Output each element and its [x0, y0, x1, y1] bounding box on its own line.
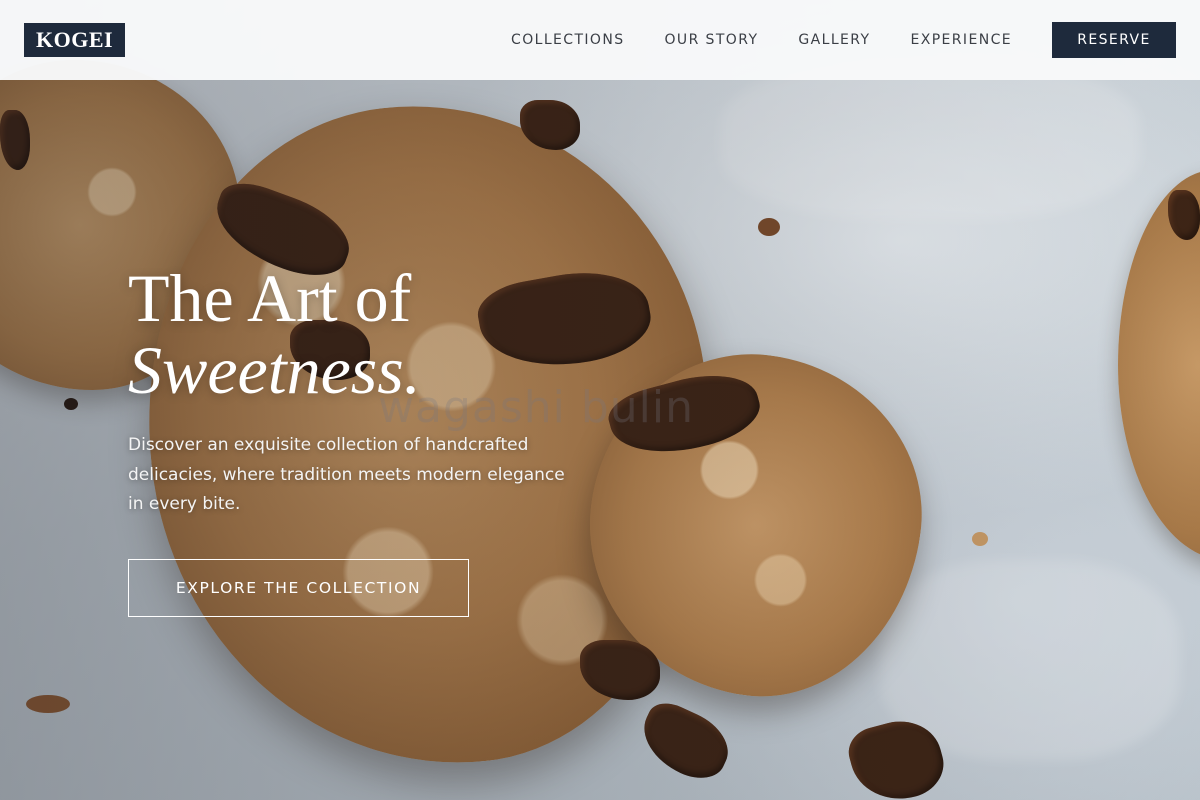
- reserve-button[interactable]: RESERVE: [1052, 22, 1176, 58]
- nav-links: COLLECTIONS OUR STORY GALLERY EXPERIENCE: [511, 32, 1012, 48]
- explore-collection-button[interactable]: EXPLORE THE COLLECTION: [128, 559, 469, 617]
- hero-title-line1: The Art of: [128, 260, 412, 336]
- brand-logo[interactable]: KOGEI: [24, 23, 126, 57]
- hero-title-line2: Sweetness.: [128, 332, 421, 408]
- top-navigation: KOGEI COLLECTIONS OUR STORY GALLERY EXPE…: [0, 0, 1200, 80]
- hero-title: The Art of Sweetness.: [128, 262, 421, 406]
- nav-link-collections[interactable]: COLLECTIONS: [511, 32, 624, 48]
- nav-link-gallery[interactable]: GALLERY: [798, 32, 870, 48]
- hero-description: Discover an exquisite collection of hand…: [128, 435, 565, 514]
- watermark-text: wagashi bulin: [378, 382, 695, 433]
- nav-link-our-story[interactable]: OUR STORY: [665, 32, 759, 48]
- nav-link-experience[interactable]: EXPERIENCE: [910, 32, 1012, 48]
